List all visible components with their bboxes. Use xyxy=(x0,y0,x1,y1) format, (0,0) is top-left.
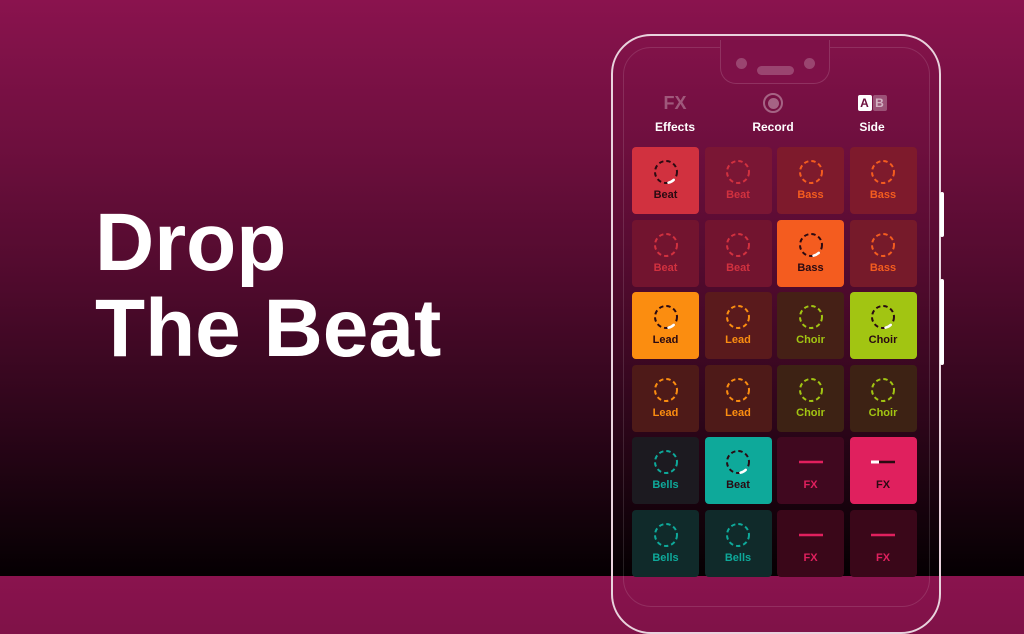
pad-lead-r4c1[interactable]: Lead xyxy=(632,364,699,432)
side-button[interactable]: A B Side xyxy=(822,92,922,134)
loop-progress-indicator xyxy=(666,178,675,184)
pad-label: FX xyxy=(875,479,891,492)
pad-label: Bass xyxy=(797,261,824,274)
record-button[interactable]: Record xyxy=(723,92,823,134)
pad-bells-r6c1[interactable]: Bells xyxy=(632,510,699,577)
pad-label: FX xyxy=(875,552,891,564)
loop-progress-indicator xyxy=(811,251,820,257)
pad-label: FX xyxy=(803,552,818,564)
loop-progress-icon xyxy=(871,160,895,184)
side-b-icon: B xyxy=(872,95,887,111)
pad-label: Choir xyxy=(868,334,898,347)
pad-bells-r5c1[interactable]: Bells xyxy=(632,437,699,505)
loop-progress-icon xyxy=(653,450,678,475)
pad-bass-r2c3[interactable]: Bass xyxy=(777,219,844,287)
pad-label: Bells xyxy=(652,479,679,492)
loop-progress-icon xyxy=(871,305,895,330)
pad-label: Lead xyxy=(725,406,751,419)
record-label: Record xyxy=(752,120,794,134)
pad-label: Choir xyxy=(796,334,825,347)
pad-label: Beat xyxy=(726,261,750,274)
loop-progress-icon xyxy=(653,232,678,257)
oneshot-line-icon xyxy=(871,533,895,537)
oneshot-line-icon xyxy=(798,533,823,537)
pad-label: Beat xyxy=(653,189,678,201)
headline-line-1: Drop xyxy=(95,197,287,288)
pad-lead-r4c2[interactable]: Lead xyxy=(704,364,772,432)
pad-label: Bass xyxy=(797,189,824,201)
pad-bass-r2c4[interactable]: Bass xyxy=(849,219,917,287)
speaker-grille xyxy=(757,66,794,75)
headline-line-2: The Beat xyxy=(95,283,442,374)
pad-label: Choir xyxy=(796,406,825,419)
loop-progress-icon xyxy=(726,160,750,184)
loop-progress-icon xyxy=(871,377,895,402)
side-label: Side xyxy=(859,120,885,134)
loop-progress-icon xyxy=(653,305,678,330)
pad-label: Beat xyxy=(726,479,750,492)
pad-lead-r3c2[interactable]: Lead xyxy=(704,292,772,360)
phone-notch xyxy=(720,40,830,84)
pad-lead-r3c1[interactable]: Lead xyxy=(632,292,699,360)
loop-progress-icon xyxy=(653,160,678,184)
loop-progress-icon xyxy=(726,523,750,547)
record-icon xyxy=(723,92,823,114)
loop-progress-icon xyxy=(653,377,678,402)
pad-beat-r2c1[interactable]: Beat xyxy=(632,219,699,287)
loop-progress-indicator xyxy=(884,323,893,330)
pad-choir-r4c3[interactable]: Choir xyxy=(777,364,844,432)
loop-progress-indicator xyxy=(739,468,748,475)
pad-label: Lead xyxy=(652,406,679,419)
loop-progress-indicator xyxy=(666,323,675,330)
fx-icon: FX xyxy=(663,93,687,113)
pad-bass-r1c4[interactable]: Bass xyxy=(849,147,917,214)
sensor-icon xyxy=(804,58,815,69)
pad-beat-r1c2[interactable]: Beat xyxy=(704,147,772,214)
headline: Drop The Beat xyxy=(95,200,441,372)
loop-progress-icon xyxy=(798,232,823,257)
loop-progress-icon xyxy=(871,232,895,257)
pad-fx-r6c3[interactable]: FX xyxy=(777,510,844,577)
pad-label: Beat xyxy=(653,261,678,274)
loop-progress-icon xyxy=(726,377,750,402)
ab-side-icon: A B xyxy=(822,92,922,114)
pad-label: Bass xyxy=(869,261,897,274)
pad-label: Lead xyxy=(652,334,679,347)
pad-bells-r6c2[interactable]: Bells xyxy=(704,510,772,577)
pad-fx-r6c4[interactable]: FX xyxy=(849,510,917,577)
pad-label: Beat xyxy=(726,189,750,201)
pad-label: Bells xyxy=(652,552,679,564)
front-camera-icon xyxy=(736,58,747,69)
pad-beat-r1c1[interactable]: Beat xyxy=(632,147,699,214)
loop-progress-icon xyxy=(726,232,750,257)
loop-progress-icon xyxy=(798,377,823,402)
effects-button[interactable]: FX Effects xyxy=(625,92,725,134)
phone-power-button xyxy=(940,279,944,365)
side-a-icon: A xyxy=(857,95,872,111)
pad-beat-r2c2[interactable]: Beat xyxy=(704,219,772,287)
pad-bass-r1c3[interactable]: Bass xyxy=(777,147,844,214)
oneshot-line-icon xyxy=(871,460,895,464)
phone-volume-button xyxy=(940,192,944,237)
effects-label: Effects xyxy=(654,120,695,134)
pad-fx-r5c3[interactable]: FX xyxy=(777,437,844,505)
pad-label: Choir xyxy=(868,406,898,419)
loop-progress-icon xyxy=(726,305,750,330)
oneshot-line-icon xyxy=(798,461,823,464)
pad-choir-r3c4[interactable]: Choir xyxy=(849,292,917,360)
pad-choir-r4c4[interactable]: Choir xyxy=(849,364,917,432)
pad-label: Lead xyxy=(725,334,751,347)
pad-beat-r5c2[interactable]: Beat xyxy=(704,437,772,505)
pad-label: Bass xyxy=(869,189,897,201)
pad-label: Bells xyxy=(724,552,752,564)
pad-fx-r5c4[interactable]: FX xyxy=(849,437,917,505)
loop-progress-icon xyxy=(798,305,823,330)
loop-progress-icon xyxy=(726,450,750,475)
pad-choir-r3c3[interactable]: Choir xyxy=(777,292,844,360)
pad-label: FX xyxy=(803,479,818,492)
loop-progress-icon xyxy=(798,160,823,184)
loop-progress-icon xyxy=(653,523,678,547)
